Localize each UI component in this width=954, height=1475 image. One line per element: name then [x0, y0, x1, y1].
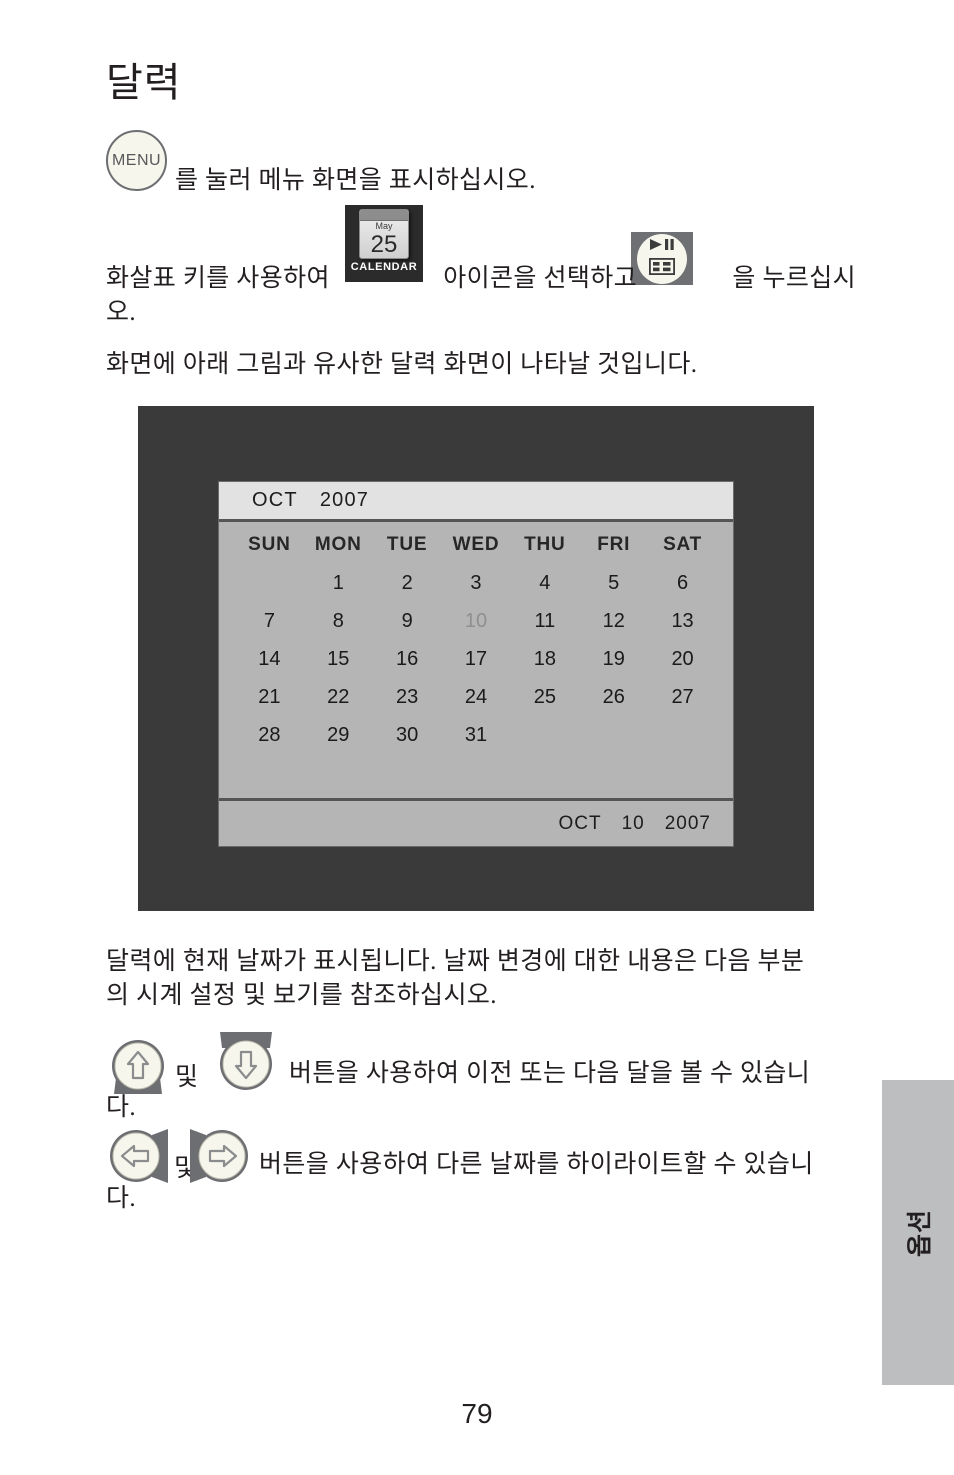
calendar-cell-day-16[interactable]: 16	[373, 640, 442, 678]
calendar-cell-day-2[interactable]: 2	[373, 564, 442, 602]
calendar-cell-day-27[interactable]: 27	[648, 678, 717, 716]
calendar-cell-day-10[interactable]: 10	[442, 602, 511, 640]
note-line-6b: 다.	[106, 1185, 137, 1212]
side-tab-label: 옵션	[907, 1208, 934, 1257]
calendar-days-grid[interactable]: 1 2 3 4 5 6 7 8 9 10 11 12 13 14 15 16 17 18 19 20 21 22 23 24 2…	[219, 556, 733, 798]
up-button[interactable]	[106, 1038, 170, 1094]
instruction-line-1: 를 눌러 메뉴 화면을 표시하십시오.	[175, 167, 536, 194]
instruction-line-2-middle: 아이콘을 선택하고	[443, 265, 638, 292]
calendar-cell-day-19[interactable]: 19	[579, 640, 648, 678]
weekday-header-row: SUN MON TUE WED THU FRI SAT	[219, 522, 733, 556]
calendar-cell-day-20[interactable]: 20	[648, 640, 717, 678]
calendar-icon-day: 25	[370, 231, 398, 258]
instruction-line-3: 화면에 아래 그림과 유사한 달력 화면이 나타날 것입니다.	[106, 351, 698, 378]
calendar-pad-strip	[360, 210, 408, 221]
calendar-cell-day-4[interactable]: 4	[510, 564, 579, 602]
calendar-cell-day-26[interactable]: 26	[579, 678, 648, 716]
calendar-cell-day-7[interactable]: 7	[235, 602, 304, 640]
calendar-cell-day-3[interactable]: 3	[442, 564, 511, 602]
menu-button[interactable]: MENU	[106, 130, 167, 191]
weekday-header-sun: SUN	[248, 534, 291, 555]
weekday-header-sat: SAT	[663, 534, 703, 555]
instruction-line-2-wrap: 오.	[106, 299, 137, 326]
calendar-cell-day-14[interactable]: 14	[235, 640, 304, 678]
calendar-cell-day-13[interactable]: 13	[648, 602, 717, 640]
right-button[interactable]	[190, 1125, 252, 1187]
calendar-cell-day-6[interactable]: 6	[648, 564, 717, 602]
footer-month: OCT	[558, 812, 602, 834]
weekday-header-fri: FRI	[597, 534, 631, 555]
calendar-cell-day-8[interactable]: 8	[304, 602, 373, 640]
side-tab-options: 옵션	[882, 1080, 954, 1385]
page-number: 79	[461, 1398, 493, 1429]
down-button[interactable]	[214, 1032, 278, 1094]
calendar-screen-footer: OCT 10 2007	[219, 798, 733, 846]
note-line-4: 달력에 현재 날짜가 표시됩니다. 날짜 변경에 대한 내용은 다음 부분 의 …	[106, 948, 805, 1009]
calendar-cell-day-18[interactable]: 18	[510, 640, 579, 678]
calendar-pad-icon: May 25	[359, 209, 409, 259]
calendar-cell-day-22[interactable]: 22	[304, 678, 373, 716]
note-line-5b: 다.	[106, 1094, 137, 1121]
note-line-6a: 버튼을 사용하여 다른 날짜를 하이라이트할 수 있습니	[259, 1151, 814, 1178]
menu-button-label: MENU	[111, 151, 162, 169]
calendar-cell-day-31[interactable]: 31	[442, 716, 511, 754]
calendar-cell-day-21[interactable]: 21	[235, 678, 304, 716]
calendar-cell-day-5[interactable]: 5	[579, 564, 648, 602]
header-year: 2007	[319, 489, 370, 511]
calendar-cell-day-28[interactable]: 28	[235, 716, 304, 754]
weekday-header-tue: TUE	[386, 534, 428, 555]
calendar-cell-day-24[interactable]: 24	[442, 678, 511, 716]
calendar-screen-header: OCT 2007	[219, 482, 733, 522]
device-screenshot-frame: OCT 2007 SUN MON TUE WED THU FRI SAT 123456789…	[138, 406, 814, 911]
calendar-cell-day-9[interactable]: 9	[373, 602, 442, 640]
instruction-line-2-after: 을 누르십시	[732, 265, 857, 292]
footer-year: 2007	[664, 812, 711, 834]
weekday-header-thu: THU	[524, 534, 566, 555]
page-title: 달력	[106, 60, 182, 105]
left-button[interactable]	[106, 1125, 168, 1187]
calendar-cell-day-15[interactable]: 15	[304, 640, 373, 678]
calendar-cell-blank	[235, 564, 304, 602]
weekday-header-mon: MON	[314, 534, 362, 555]
calendar-cell-day-25[interactable]: 25	[510, 678, 579, 716]
calendar-cell-day-1[interactable]: 1	[304, 564, 373, 602]
play-pause-icon	[649, 238, 675, 256]
calendar-cell-day-12[interactable]: 12	[579, 602, 648, 640]
calendar-screen: OCT 2007 SUN MON TUE WED THU FRI SAT 123456789…	[218, 481, 734, 847]
weekday-header-wed: WED	[452, 534, 500, 555]
calendar-cell-day-30[interactable]: 30	[373, 716, 442, 754]
instruction-line-2: 화살표 키를 사용하여 아이콘을 선택하고 을 누르십시	[106, 262, 876, 296]
calendar-cell-day-17[interactable]: 17	[442, 640, 511, 678]
note-line-5a: 버튼을 사용하여 이전 또는 다음 달을 볼 수 있습니	[289, 1060, 811, 1087]
calendar-cell-day-11[interactable]: 11	[510, 602, 579, 640]
instruction-line-2-before: 화살표 키를 사용하여	[106, 265, 330, 292]
header-month: OCT	[252, 489, 298, 511]
calendar-cell-day-23[interactable]: 23	[373, 678, 442, 716]
conjunction-1: 및	[175, 1064, 199, 1091]
calendar-cell-day-29[interactable]: 29	[304, 716, 373, 754]
footer-day: 10	[621, 812, 645, 834]
